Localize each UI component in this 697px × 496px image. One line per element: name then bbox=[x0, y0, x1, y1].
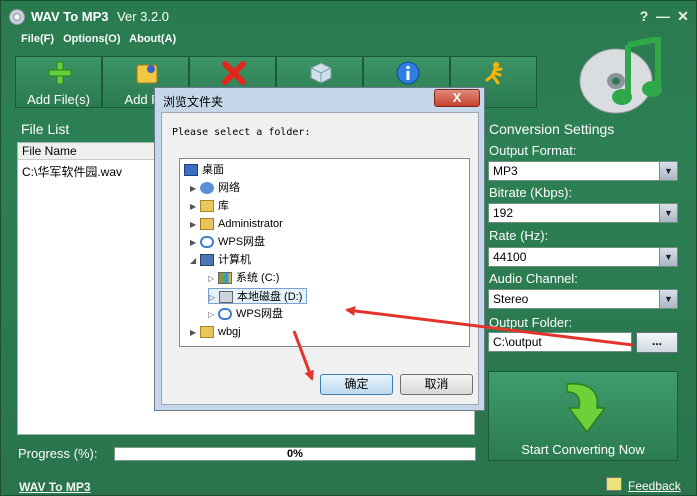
tree-item-label: wbgj bbox=[218, 326, 241, 338]
expand-icon[interactable]: ▶ bbox=[190, 181, 200, 197]
expand-icon[interactable]: ▷ bbox=[208, 307, 218, 323]
menu-options[interactable]: Options(O) bbox=[63, 33, 120, 45]
add-files-label: Add File(s) bbox=[27, 92, 90, 107]
progress-value: 0% bbox=[287, 448, 303, 460]
user-folder-icon bbox=[200, 218, 214, 231]
menu-about[interactable]: About(A) bbox=[129, 33, 176, 45]
cd-music-logo-icon bbox=[579, 37, 662, 114]
tree-item-label: WPS网盘 bbox=[218, 236, 266, 248]
cloud-icon bbox=[200, 236, 214, 249]
expand-icon[interactable]: ▷ bbox=[209, 290, 219, 306]
tree-item-desktop[interactable]: 桌面 bbox=[184, 162, 224, 178]
folder-music-icon bbox=[136, 64, 158, 84]
tree-item-label: 库 bbox=[218, 200, 229, 212]
output-folder-label: Output Folder: bbox=[489, 315, 573, 330]
remove-x-icon bbox=[222, 61, 246, 85]
bitrate-value: 192 bbox=[493, 206, 514, 220]
folder-tree[interactable]: 桌面 ▶ 网络 ▶ 库 ▶ Administrator ▶ WPS网盘 ◢ 计算机 bbox=[179, 158, 470, 347]
tree-item-drive-d[interactable]: ▷ 本地磁盘 (D:) bbox=[208, 288, 308, 306]
dialog-body: Please select a folder: 桌面 ▶ 网络 ▶ 库 ▶ Admin… bbox=[161, 112, 479, 405]
conversion-settings-title: Conversion Settings bbox=[489, 121, 615, 137]
app-version: Ver 3.2.0 bbox=[117, 9, 170, 24]
convert-arrow-icon bbox=[566, 383, 607, 434]
expand-icon[interactable]: ▶ bbox=[190, 235, 200, 251]
tree-item-label: 系统 (C:) bbox=[236, 272, 280, 284]
tree-item-computer[interactable]: ◢ 计算机 bbox=[190, 252, 251, 268]
audio-channel-label: Audio Channel: bbox=[489, 271, 578, 286]
info-icon bbox=[396, 61, 420, 85]
network-icon bbox=[200, 182, 214, 195]
tree-item-label: 桌面 bbox=[202, 164, 224, 176]
menu-bar: File(F) Options(O) About(A) bbox=[21, 33, 182, 45]
tree-item-label: 网络 bbox=[218, 182, 240, 194]
chevron-down-icon[interactable]: ▼ bbox=[659, 290, 677, 308]
tree-item-wbgj[interactable]: ▶ wbgj bbox=[190, 324, 241, 340]
tree-item-wps-cloud[interactable]: ▶ WPS网盘 bbox=[190, 234, 265, 250]
output-format-label: Output Format: bbox=[489, 143, 577, 158]
start-converting-button[interactable]: Start Converting Now bbox=[488, 371, 678, 461]
tree-item-label: WPS网盘 bbox=[236, 308, 284, 320]
output-folder-input[interactable]: C:\output bbox=[488, 332, 632, 352]
browse-folder-dialog: 浏览文件夹 X Please select a folder: 桌面 ▶ 网络 ▶… bbox=[154, 87, 485, 411]
feedback-link[interactable]: Feedback bbox=[628, 479, 681, 493]
chevron-down-icon[interactable]: ▼ bbox=[659, 204, 677, 222]
system-drive-icon bbox=[218, 272, 232, 285]
dialog-title: 浏览文件夹 bbox=[163, 95, 224, 109]
chevron-down-icon[interactable]: ▼ bbox=[659, 248, 677, 266]
expand-icon[interactable]: ▶ bbox=[190, 325, 200, 341]
dialog-close-button[interactable]: X bbox=[434, 89, 480, 107]
minimize-button[interactable]: — bbox=[655, 8, 671, 24]
computer-icon bbox=[200, 254, 214, 267]
cloud-icon bbox=[218, 308, 232, 321]
expand-icon[interactable]: ▶ bbox=[190, 217, 200, 233]
feedback-icon bbox=[606, 477, 622, 491]
rate-label: Rate (Hz): bbox=[489, 228, 549, 243]
tree-item-label: Administrator bbox=[218, 218, 283, 230]
tree-item-label: 计算机 bbox=[218, 254, 251, 266]
expand-icon[interactable]: ▷ bbox=[208, 271, 218, 287]
close-button[interactable]: ✕ bbox=[675, 8, 691, 24]
browse-folder-button[interactable]: ... bbox=[636, 332, 678, 353]
audio-channel-value: Stereo bbox=[493, 292, 529, 306]
audio-channel-select[interactable]: Stereo ▼ bbox=[488, 289, 678, 309]
tree-item-wps-cloud-2[interactable]: ▷ WPS网盘 bbox=[208, 306, 283, 322]
progress-label: Progress (%): bbox=[18, 446, 98, 461]
app-logo-icon bbox=[9, 9, 25, 25]
app-home-link[interactable]: WAV To MP3 bbox=[19, 480, 91, 494]
help-button[interactable]: ? bbox=[636, 8, 652, 24]
expand-icon[interactable]: ▶ bbox=[190, 199, 200, 215]
title-bar: WAV To MP3 Ver 3.2.0 ? — ✕ bbox=[1, 1, 697, 31]
rate-value: 44100 bbox=[493, 250, 527, 264]
list-item[interactable]: C:\华军软件园.wav bbox=[22, 163, 122, 180]
folder-icon bbox=[200, 326, 214, 339]
tree-item-library[interactable]: ▶ 库 bbox=[190, 198, 229, 214]
plus-icon bbox=[48, 61, 72, 85]
app-window: WAV To MP3 Ver 3.2.0 ? — ✕ File(F) Optio… bbox=[0, 0, 697, 496]
menu-file[interactable]: File(F) bbox=[21, 33, 54, 45]
desktop-icon bbox=[184, 164, 198, 177]
local-drive-icon bbox=[219, 291, 233, 304]
chevron-down-icon[interactable]: ▼ bbox=[659, 162, 677, 180]
output-format-value: MP3 bbox=[493, 164, 518, 178]
running-man-icon bbox=[485, 62, 503, 85]
file-list-title: File List bbox=[21, 121, 70, 137]
tree-item-drive-c[interactable]: ▷ 系统 (C:) bbox=[208, 270, 279, 286]
dialog-prompt: Please select a folder: bbox=[172, 127, 311, 138]
dialog-cancel-button[interactable]: 取消 bbox=[400, 374, 473, 395]
tree-item-label: 本地磁盘 (D:) bbox=[237, 291, 303, 303]
rate-select[interactable]: 44100 ▼ bbox=[488, 247, 678, 267]
dialog-ok-button[interactable]: 确定 bbox=[320, 374, 393, 395]
output-format-select[interactable]: MP3 ▼ bbox=[488, 161, 678, 181]
cube-icon bbox=[310, 62, 332, 84]
progress-bar: 0% bbox=[114, 447, 476, 461]
library-icon bbox=[200, 200, 214, 213]
app-title: WAV To MP3 bbox=[31, 9, 109, 24]
bitrate-select[interactable]: 192 ▼ bbox=[488, 203, 678, 223]
collapse-icon[interactable]: ◢ bbox=[190, 253, 200, 269]
tree-item-administrator[interactable]: ▶ Administrator bbox=[190, 216, 283, 232]
add-files-button[interactable]: Add File(s) bbox=[15, 56, 102, 108]
start-converting-label: Start Converting Now bbox=[521, 442, 645, 457]
bitrate-label: Bitrate (Kbps): bbox=[489, 185, 573, 200]
tree-item-network[interactable]: ▶ 网络 bbox=[190, 180, 240, 196]
